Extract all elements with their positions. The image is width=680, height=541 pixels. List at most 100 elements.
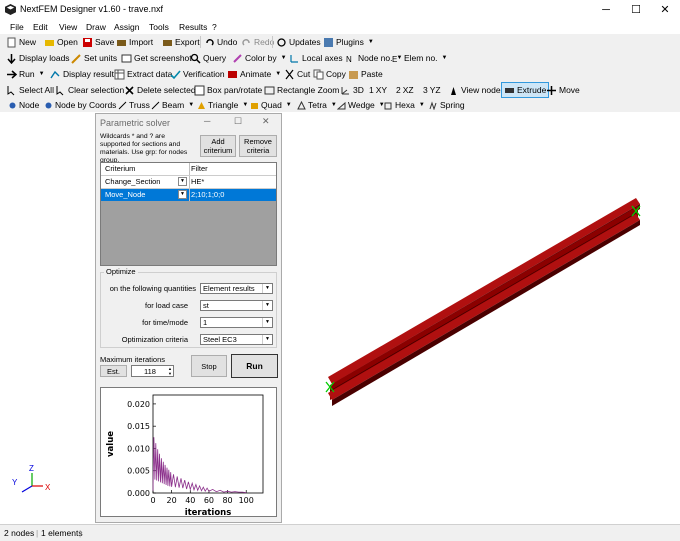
menu-tools[interactable]: Tools [149,22,169,32]
elem-no-button[interactable]: E Elem no. ▼ [391,50,448,66]
menu-help[interactable]: ? [212,22,217,32]
maximize-button[interactable]: ☐ [621,0,651,20]
y-tick-label: 0.020 [127,400,150,409]
status-divider: | [36,528,39,538]
truss-button[interactable]: Truss [118,98,150,112]
view-xz-button[interactable]: 2 XZ [396,82,414,98]
time-mode-select[interactable]: 1 ▼ [200,317,273,328]
menu-view[interactable]: View [59,22,77,32]
import-button[interactable]: Import [116,34,153,50]
extrude-button[interactable]: Extrude [501,82,550,98]
select-all-button[interactable]: Select All [6,82,54,98]
filter-cell[interactable]: HE* [191,177,204,186]
ibeam-model[interactable] [328,198,640,406]
view-3d-icon [341,86,349,94]
criteria-select[interactable]: Steel EC3 ▼ [200,334,273,345]
get-screenshot-button[interactable]: Get screenshot [121,50,192,66]
menu-results[interactable]: Results [179,22,207,32]
cut-button[interactable]: Cut [284,66,310,82]
tetra-button[interactable]: Tetra ▼ [297,98,337,112]
close-button[interactable]: ✕ [650,0,680,20]
menu-edit[interactable]: Edit [33,22,48,32]
remove-criteria-button[interactable]: Remove criteria [239,135,277,157]
extract-data-label: Extract data [127,69,173,79]
status-divider: | [79,528,82,538]
display-results-button[interactable]: Display results [50,66,118,82]
view-yz-button[interactable]: 3 YZ [423,82,441,98]
table-row-selected[interactable]: Move_Node ▼ 2;10;1;0;0 [101,189,276,201]
box-pan-rotate-button[interactable]: Box pan/rotate [194,82,262,98]
plugins-label: Plugins [336,37,364,47]
clear-selection-button[interactable]: Clear selection [55,82,124,98]
max-iterations-value: 118 [144,367,156,376]
export-button[interactable]: Export [162,34,200,50]
spring-button[interactable]: Spring [429,98,465,112]
criterium-cell[interactable]: Change_Section [105,177,160,186]
display-loads-button[interactable]: Display loads [6,50,70,66]
run-button[interactable]: Run ▼ [6,66,45,82]
animate-button[interactable]: Animate ▼ [227,66,281,82]
set-units-label: Set units [84,53,118,63]
criteria-grid[interactable]: Criterium Filter Change_Section ▼ HE* Mo… [100,162,277,266]
hexa-button[interactable]: Hexa ▼ [384,98,425,112]
node-button[interactable]: Node [8,98,39,112]
spring-label: Spring [440,100,465,110]
run-button[interactable]: Run [231,354,278,378]
move-button[interactable]: Move [546,82,580,98]
menu-draw[interactable]: Draw [86,22,106,32]
view-xy-button[interactable]: 1 XY [369,82,387,98]
undo-icon [206,38,214,46]
local-axes-button[interactable]: Local axes [289,50,343,66]
new-button[interactable]: New [6,34,36,50]
view-3d-button[interactable]: 3D [340,82,364,98]
criterium-cell[interactable]: Move_Node [105,190,145,199]
copy-button[interactable]: Copy [313,66,346,82]
paste-button[interactable]: Paste [348,66,383,82]
triangle-button[interactable]: Triangle ▼ [197,98,248,112]
chevron-down-icon[interactable]: ▼ [178,190,187,199]
delete-selected-button[interactable]: Delete selected [124,82,196,98]
rectangle-zoom-button[interactable]: Rectangle Zoom [264,82,339,98]
series-line [152,437,247,493]
quantities-select[interactable]: Element results ▼ [200,283,273,294]
filter-cell[interactable]: 2;10;1;0;0 [191,190,224,199]
save-label: Save [95,37,115,47]
save-button[interactable]: Save [82,34,114,50]
table-row[interactable]: Change_Section ▼ HE* [101,176,276,189]
quad-button[interactable]: Quad ▼ [250,98,292,112]
estimate-button[interactable]: Est. [100,365,127,377]
view-nodes-button[interactable]: View nodes [448,82,505,98]
save-icon [83,37,92,47]
undo-button[interactable]: Undo [204,34,237,50]
panel-minimize-button[interactable]: ─ [204,116,210,126]
plugins-button[interactable]: Plugins ▼ [323,34,374,50]
window-title: NextFEM Designer v1.60 - trave.nxf [20,4,164,14]
verification-button[interactable]: Verification [170,66,225,82]
chevron-down-icon[interactable]: ▼ [178,177,187,186]
extract-data-button[interactable]: Extract data [114,66,172,82]
menu-assign[interactable]: Assign [114,22,140,32]
minimize-button[interactable]: ─ [591,0,621,20]
menu-file[interactable]: File [10,22,24,32]
spinner-arrows-icon[interactable]: ▲ ▼ [168,366,172,376]
loadcase-select[interactable]: st ▼ [200,300,273,311]
panel-close-button[interactable]: ✕ [262,116,270,127]
set-units-button[interactable]: Set units [71,50,117,66]
max-iterations-spinner[interactable]: 118 ▲ ▼ [131,365,174,377]
color-by-button[interactable]: Color by ▼ [232,50,287,66]
rectangle-zoom-label: Rectangle Zoom [277,85,340,95]
beam-button[interactable]: Beam ▼ [151,98,194,112]
grid-header: Criterium Filter [101,163,276,176]
wedge-button[interactable]: Wedge ▼ [337,98,385,112]
grid-divider [189,176,190,188]
stop-button[interactable]: Stop [191,355,227,377]
panel-maximize-button[interactable]: ☐ [234,116,242,127]
open-button[interactable]: Open [44,34,78,50]
view-xy-num: 1 [369,85,374,95]
redo-button[interactable]: Redo [241,34,274,50]
add-criterium-button[interactable]: Add criterium [200,135,236,157]
updates-button[interactable]: Updates [276,34,321,50]
screenshot-icon [121,54,132,62]
query-button[interactable]: Query [190,50,226,66]
node-by-coords-button[interactable]: Node by Coords [44,98,116,112]
